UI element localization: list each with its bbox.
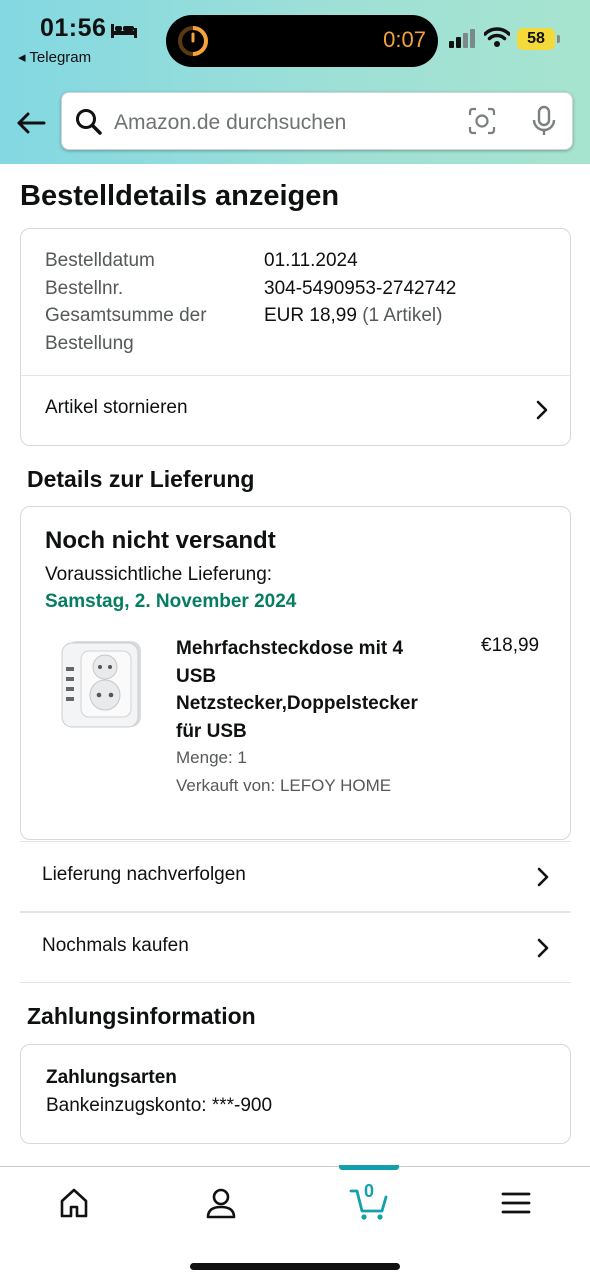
sleep-focus-icon — [111, 24, 137, 38]
timer-value: 0:07 — [383, 27, 426, 52]
chevron-right-icon — [537, 938, 549, 958]
search-icon — [76, 109, 102, 135]
order-date-value: 01.11.2024 — [264, 250, 358, 271]
cart-count-badge: 0 — [364, 1181, 375, 1201]
payment-methods-card: Zahlungsarten Bankeinzugskonto: ***-900 — [20, 1044, 571, 1144]
home-icon[interactable] — [56, 1185, 92, 1221]
track-delivery-row[interactable]: Lieferung nachverfolgen — [20, 842, 571, 912]
order-total-label-line1: Gesamtsumme der — [45, 305, 207, 326]
expected-delivery-label: Voraussichtliche Lieferung: — [45, 564, 273, 585]
order-total-amount: EUR 18,99 — [264, 305, 357, 326]
buy-again-label: Nochmals kaufen — [42, 935, 189, 956]
expected-delivery-date: Samstag, 2. November 2024 — [45, 591, 297, 612]
battery-indicator: 58 — [517, 28, 561, 50]
app-header: 01:56 ◂ Telegram 0:07 58 Amazon.de durch… — [0, 0, 590, 164]
order-summary-card: Bestelldatum 01.11.2024 Bestellnr. 304-5… — [20, 228, 571, 446]
battery-level: 58 — [517, 28, 555, 50]
payment-methods-value: Bankeinzugskonto: ***-900 — [46, 1095, 273, 1116]
payment-methods-title: Zahlungsarten — [46, 1067, 177, 1088]
camera-lens-icon[interactable] — [467, 106, 497, 136]
order-date-label: Bestelldatum — [45, 250, 155, 271]
chevron-right-icon — [536, 400, 548, 420]
chevron-right-icon — [537, 867, 549, 887]
microphone-icon[interactable] — [529, 105, 559, 137]
account-icon[interactable] — [203, 1185, 239, 1221]
battery-cap — [557, 35, 560, 43]
back-arrow-icon[interactable] — [14, 106, 48, 140]
cellular-signal-icon — [449, 29, 475, 48]
bottom-navigation: 0 — [0, 1165, 590, 1280]
shipment-card: Noch nicht versandt Voraussichtliche Lie… — [20, 506, 571, 840]
order-number-value: 304-5490953-2742742 — [264, 278, 457, 299]
order-total-items: (1 Artikel) — [362, 305, 443, 326]
buy-again-row[interactable]: Nochmals kaufen — [20, 913, 571, 983]
cancel-items-row[interactable]: Artikel stornieren — [21, 376, 570, 446]
active-tab-indicator — [339, 1165, 399, 1170]
product-price: €18,99 — [481, 635, 540, 656]
back-to-app-link[interactable]: ◂ Telegram — [18, 48, 91, 66]
order-total-label-line2: Bestellung — [45, 333, 134, 354]
product-title-link[interactable]: Mehrfachsteckdose mit 4 USB Netzstecker,… — [176, 635, 446, 745]
home-indicator[interactable] — [190, 1263, 400, 1270]
product-seller: Verkauft von: LEFOY HOME — [176, 776, 392, 795]
product-quantity: Menge: 1 — [176, 748, 247, 767]
delivery-section-title: Details zur Lieferung — [27, 466, 255, 492]
status-time: 01:56 — [40, 14, 107, 42]
dynamic-island: 0:07 — [166, 15, 438, 67]
wifi-icon — [484, 27, 510, 47]
menu-icon[interactable] — [498, 1185, 534, 1221]
product-image[interactable] — [59, 637, 147, 735]
order-number-label: Bestellnr. — [45, 278, 124, 299]
cancel-items-label: Artikel stornieren — [45, 397, 188, 418]
timer-icon — [178, 26, 208, 56]
search-input[interactable]: Amazon.de durchsuchen — [61, 92, 573, 150]
divider — [20, 982, 571, 983]
page-title: Bestelldetails anzeigen — [20, 180, 340, 212]
order-total-value: EUR 18,99 (1 Artikel) — [264, 302, 442, 330]
search-placeholder: Amazon.de durchsuchen — [114, 111, 347, 134]
track-delivery-label: Lieferung nachverfolgen — [42, 864, 246, 885]
payment-section-title: Zahlungsinformation — [27, 1003, 256, 1029]
shipment-status: Noch nicht versandt — [45, 527, 276, 554]
